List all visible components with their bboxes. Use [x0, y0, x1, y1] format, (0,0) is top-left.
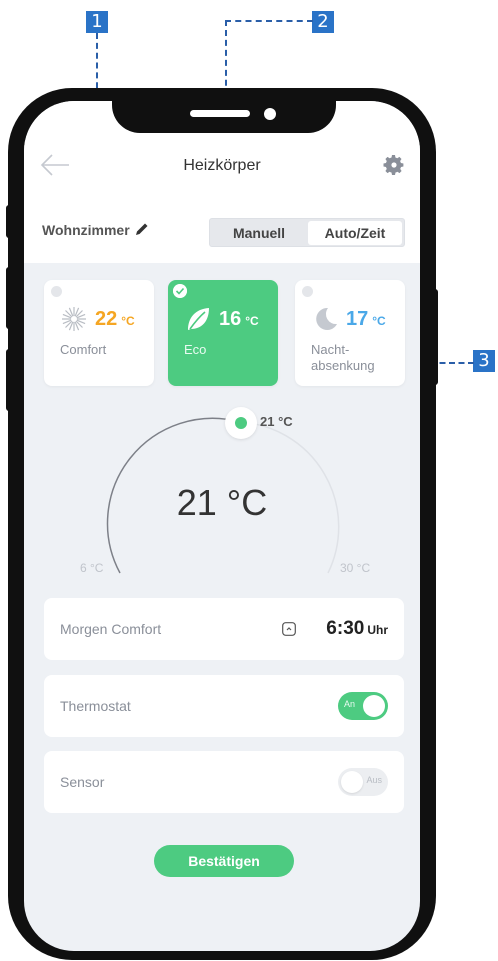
mode-switch: Manuell Auto/Zeit — [209, 218, 405, 247]
page-title: Heizkörper — [183, 157, 261, 174]
mode-auto-button[interactable]: Auto/Zeit — [308, 221, 402, 245]
schedule-label: Morgen Comfort — [60, 621, 162, 637]
preset-label-line-2: absenkung — [311, 358, 375, 373]
callout-2: 2 — [312, 11, 334, 33]
clock-icon — [282, 622, 296, 636]
dial-handle-dot — [235, 417, 247, 429]
preset-label-line-1: Nacht- — [311, 342, 350, 357]
preset-temp: 22 °C — [95, 308, 135, 330]
sensor-toggle[interactable]: Aus — [338, 768, 388, 796]
callout-2-line-h — [225, 20, 313, 22]
dial-min-label: 6 °C — [80, 561, 104, 575]
preset-card-night[interactable]: 17 °C Nacht- absenkung — [295, 280, 405, 386]
moon-icon — [316, 307, 337, 330]
preset-temp: 17 °C — [346, 308, 386, 330]
phone-camera — [264, 108, 276, 120]
toggle-state-label: Aus — [366, 775, 382, 785]
schedule-time: 6:30 Uhr — [326, 618, 388, 639]
callout-1: 1 — [86, 11, 108, 33]
current-temperature: 21 °C — [176, 482, 268, 523]
mode-manual-button[interactable]: Manuell — [212, 221, 306, 245]
sun-icon — [62, 307, 86, 331]
sensor-row: Sensor Aus — [44, 751, 404, 813]
room-name: Wohnzimmer — [42, 222, 130, 238]
preset-label: Comfort — [60, 342, 107, 357]
toggle-knob — [363, 695, 385, 717]
thermostat-toggle[interactable]: An — [338, 692, 388, 720]
gear-icon[interactable] — [382, 153, 406, 177]
leaf-icon — [188, 308, 209, 330]
preset-temp: 16 °C — [219, 308, 259, 330]
sensor-label: Sensor — [60, 774, 105, 790]
dial-max-label: 30 °C — [340, 561, 371, 575]
preset-label: Nacht- absenkung — [311, 342, 375, 374]
edit-pencil-icon[interactable] — [135, 222, 149, 236]
preset-radio — [51, 286, 62, 297]
schedule-row[interactable]: Morgen Comfort 6:30 Uhr — [44, 598, 404, 660]
app-screen: Heizkörper Wohnzimmer Manuell Auto/Zeit … — [24, 101, 420, 951]
preset-card-comfort[interactable]: 22 °C Comfort — [44, 280, 154, 386]
check-icon — [173, 284, 187, 298]
phone-speaker — [190, 110, 250, 117]
thermostat-row: Thermostat An — [44, 675, 404, 737]
toggle-state-label: An — [344, 699, 356, 709]
callout-3: 3 — [473, 350, 495, 372]
dial-setpoint-label: 21 °C — [260, 414, 293, 429]
thermostat-label: Thermostat — [60, 698, 131, 714]
preset-card-eco[interactable]: 16 °C Eco — [168, 280, 278, 386]
toggle-knob — [341, 771, 363, 793]
preset-radio — [302, 286, 313, 297]
preset-label: Eco — [184, 342, 207, 357]
confirm-button[interactable]: Bestätigen — [154, 845, 294, 877]
